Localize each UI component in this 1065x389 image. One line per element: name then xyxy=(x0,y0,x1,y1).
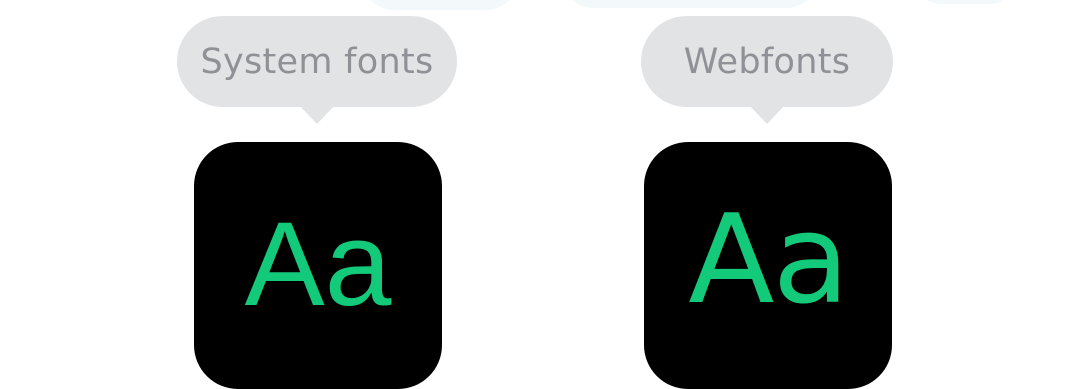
font-sample-tile: Aa xyxy=(644,142,892,389)
font-sample-glyph: Aa xyxy=(244,197,392,331)
panel-label: System fonts xyxy=(200,41,434,82)
font-comparison-diagram: System fonts Aa Webfonts Aa xyxy=(0,0,1065,389)
speech-bubble-tail xyxy=(299,105,335,124)
panel-label: Webfonts xyxy=(683,41,851,82)
system-fonts-panel: System fonts Aa xyxy=(167,0,467,389)
font-sample-tile: Aa xyxy=(194,142,442,389)
webfonts-panel: Webfonts Aa xyxy=(617,0,917,389)
speech-bubble: Webfonts xyxy=(641,16,893,107)
background-shape xyxy=(910,0,1020,4)
font-sample-glyph: Aa xyxy=(688,187,849,332)
speech-bubble: System fonts xyxy=(177,16,457,107)
speech-bubble-tail xyxy=(749,105,785,124)
